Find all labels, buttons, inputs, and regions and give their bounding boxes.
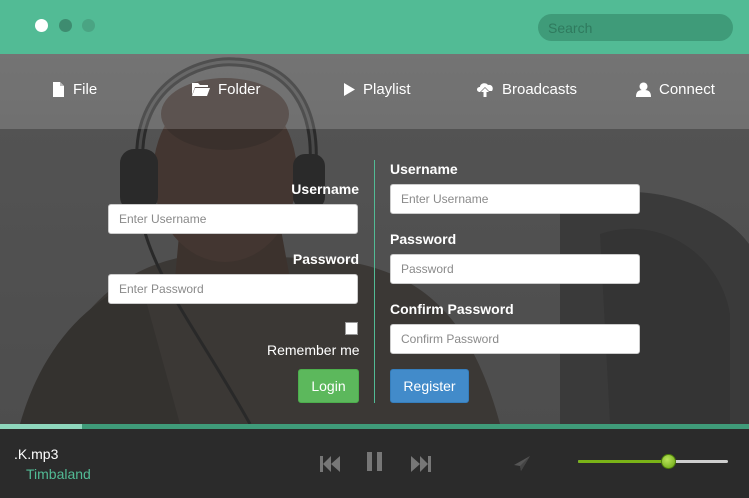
window-minimize-dot[interactable] bbox=[59, 19, 72, 32]
confirm-password-label: Confirm Password bbox=[390, 301, 514, 317]
previous-icon[interactable] bbox=[320, 456, 340, 477]
next-icon[interactable] bbox=[411, 456, 431, 477]
nav-item-playlist[interactable]: Playlist bbox=[343, 78, 411, 100]
register-button[interactable]: Register bbox=[390, 369, 469, 403]
form-divider bbox=[374, 160, 375, 403]
nav-item-file[interactable]: File bbox=[52, 78, 97, 100]
nav-item-label: Broadcasts bbox=[502, 80, 578, 98]
login-button[interactable]: Login bbox=[298, 369, 359, 403]
volume-fill bbox=[578, 460, 668, 463]
send-icon[interactable] bbox=[514, 456, 530, 476]
window-close-dot[interactable] bbox=[35, 19, 48, 32]
track-title: .K.mp3 bbox=[14, 446, 59, 462]
nav-item-label: Connect bbox=[659, 80, 715, 98]
login-username-label: Username bbox=[291, 181, 359, 197]
title-bar bbox=[0, 0, 749, 54]
register-password-input[interactable] bbox=[390, 254, 640, 284]
search-input[interactable] bbox=[538, 14, 733, 41]
volume-knob[interactable] bbox=[661, 454, 676, 469]
login-password-label: Password bbox=[292, 251, 359, 267]
player-bar: .K.mp3 Timbaland bbox=[0, 429, 749, 498]
nav-item-broadcasts[interactable]: Broadcasts bbox=[476, 78, 577, 100]
user-icon bbox=[636, 82, 651, 97]
nav-item-label: Playlist bbox=[363, 80, 411, 98]
confirm-password-input[interactable] bbox=[390, 324, 640, 354]
window-maximize-dot[interactable] bbox=[82, 19, 95, 32]
remember-me-checkbox[interactable] bbox=[345, 322, 358, 335]
register-password-label: Password bbox=[390, 231, 457, 247]
folder-icon bbox=[192, 82, 210, 96]
login-password-input[interactable] bbox=[108, 274, 358, 304]
nav-item-label: Folder bbox=[218, 80, 261, 98]
main-nav: File Folder Playlist Broadcasts Connect bbox=[0, 54, 749, 129]
nav-item-folder[interactable]: Folder bbox=[192, 78, 261, 100]
remember-me-label: Remember me bbox=[267, 342, 360, 358]
pause-icon[interactable] bbox=[367, 452, 382, 476]
register-username-input[interactable] bbox=[390, 184, 640, 214]
nav-item-connect[interactable]: Connect bbox=[636, 78, 715, 100]
play-icon bbox=[343, 82, 355, 96]
track-artist: Timbaland bbox=[26, 466, 91, 482]
register-username-label: Username bbox=[390, 161, 458, 177]
cloud-upload-icon bbox=[476, 82, 494, 97]
file-icon bbox=[52, 81, 65, 97]
login-username-input[interactable] bbox=[108, 204, 358, 234]
volume-slider[interactable] bbox=[578, 454, 728, 469]
nav-item-label: File bbox=[73, 80, 98, 98]
